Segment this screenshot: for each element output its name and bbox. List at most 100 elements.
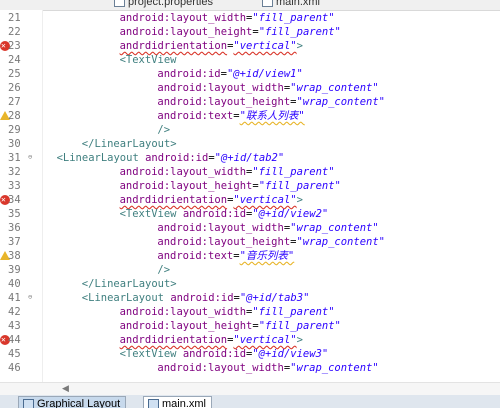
code-line[interactable]: android:layout_width="wrap_content"	[157, 361, 378, 375]
code-token: />	[157, 264, 171, 276]
line-number: 24	[0, 53, 42, 67]
tab-label: Graphical Layout	[37, 398, 121, 408]
code-line[interactable]: </LinearLayout>	[82, 137, 177, 151]
code-token: android:id	[182, 208, 247, 220]
line-number: 32	[0, 165, 42, 179]
tab-label: project.properties	[128, 0, 213, 8]
code-line[interactable]: android:layout_height="fill_parent"	[120, 319, 341, 333]
code-line[interactable]: android:layout_width="wrap_content"	[157, 81, 378, 95]
xml-file-icon	[262, 0, 273, 8]
fold-toggle-icon[interactable]: ⊖	[28, 294, 32, 301]
code-token: "fill_parent"	[258, 180, 341, 192]
code-token: android:layout_width	[157, 82, 284, 94]
code-line[interactable]: android:text="音乐列表"	[157, 249, 294, 263]
scroll-left-arrow-icon[interactable]: ◀	[62, 383, 69, 395]
line-number: 34	[0, 193, 42, 207]
code-line[interactable]: />	[157, 123, 170, 137]
code-token: <LinearLayout	[81, 292, 171, 304]
tab-project-properties[interactable]: project.properties	[110, 0, 217, 8]
code-token: android:id	[157, 68, 221, 80]
line-number: 26	[0, 81, 42, 95]
code-line[interactable]: </LinearLayout>	[82, 277, 177, 291]
line-number-text: 45	[8, 348, 21, 360]
code-token: "vertical"	[233, 40, 297, 52]
tab-main-xml[interactable]: main.xml	[143, 396, 213, 408]
line-number: 27	[0, 95, 42, 109]
code-line[interactable]: <LinearLayout android:id="@+id/tab2"	[57, 151, 285, 165]
code-token: "wrap_content"	[290, 82, 379, 94]
code-token: android:layout_width	[119, 12, 247, 24]
line-number-text: 36	[8, 222, 21, 234]
code-token: android:layout_height	[119, 26, 253, 38]
line-number-text: 43	[8, 320, 21, 332]
tab-main-xml-top[interactable]: main.xml	[258, 0, 324, 8]
code-token: "fill_parent"	[252, 12, 335, 24]
code-token: "@+id/view3"	[252, 348, 329, 360]
code-token: android:id	[182, 348, 247, 360]
code-line[interactable]: <TextView android:id="@+id/view2"	[120, 207, 329, 221]
editor-bottom-tabs: Graphical Layout main.xml	[0, 395, 500, 408]
tab-label: main.xml	[162, 398, 207, 408]
xml-file-icon	[148, 399, 159, 408]
code-line[interactable]: />	[157, 263, 170, 277]
code-line[interactable]: andrdidrientation="vertical">	[120, 39, 303, 53]
code-line[interactable]: android:layout_height="fill_parent"	[120, 25, 341, 39]
code-token: <TextView	[119, 54, 177, 66]
line-number: 39	[0, 263, 42, 277]
code-line[interactable]: android:id="@+id/view1"	[157, 67, 302, 81]
line-number: 37	[0, 235, 42, 249]
line-number: 21	[0, 11, 42, 25]
line-number-text: 41	[8, 292, 21, 304]
line-number-text: 35	[8, 208, 21, 220]
line-number: 36	[0, 221, 42, 235]
layout-icon	[23, 399, 34, 408]
code-line[interactable]: android:text="联系人列表"	[157, 109, 304, 123]
line-number: 38	[0, 249, 42, 263]
code-line[interactable]: android:layout_width="fill_parent"	[120, 11, 335, 25]
line-number: 40	[0, 277, 42, 291]
tab-graphical-layout[interactable]: Graphical Layout	[18, 396, 127, 408]
code-line[interactable]: android:layout_height="wrap_content"	[157, 95, 385, 109]
code-line[interactable]: android:layout_width="fill_parent"	[120, 165, 335, 179]
code-token: <TextView	[119, 348, 183, 360]
line-number-text: 29	[8, 124, 21, 136]
line-number-text: 25	[8, 68, 21, 80]
line-number-text: 39	[8, 264, 21, 276]
line-number: 22	[0, 25, 42, 39]
line-number: 28	[0, 109, 42, 123]
code-line[interactable]: <LinearLayout android:id="@+id/tab3"	[82, 291, 310, 305]
line-number: 29	[0, 123, 42, 137]
code-token: />	[157, 124, 171, 136]
code-token: android:id	[170, 292, 234, 304]
code-line[interactable]: andrdidrientation="vertical">	[120, 333, 303, 347]
code-token: "fill_parent"	[258, 320, 341, 332]
code-token: android:layout_height	[119, 180, 253, 192]
line-number-text: 33	[8, 180, 21, 192]
code-token: android:layout_width	[119, 166, 247, 178]
line-number-text: 42	[8, 306, 21, 318]
code-line[interactable]: andrdidrientation="vertical">	[120, 193, 303, 207]
code-token: "fill_parent"	[252, 166, 335, 178]
code-token: "@+id/view2"	[252, 208, 329, 220]
code-line[interactable]: android:layout_height="fill_parent"	[120, 179, 341, 193]
code-line[interactable]: android:layout_width="fill_parent"	[120, 305, 335, 319]
code-token: android:layout_height	[157, 236, 291, 248]
code-token: </LinearLayout>	[81, 138, 177, 150]
line-number: 35	[0, 207, 42, 221]
line-number: 31 ⊖	[0, 151, 42, 165]
line-number-text: 38	[8, 250, 21, 262]
code-line[interactable]: <TextView	[120, 53, 177, 67]
code-token: "wrap_content"	[290, 362, 379, 374]
code-editor[interactable]: android:layout_width="fill_parent" androi…	[42, 10, 500, 382]
code-token: >	[296, 194, 303, 206]
code-token: android:layout_width	[119, 306, 247, 318]
fold-toggle-icon[interactable]: ⊖	[28, 154, 32, 161]
code-token: "wrap_content"	[290, 222, 379, 234]
code-line[interactable]: <TextView android:id="@+id/view3"	[120, 347, 329, 361]
horizontal-scrollbar[interactable]: ◀	[0, 382, 500, 395]
code-line[interactable]: android:layout_height="wrap_content"	[157, 235, 385, 249]
line-number-text: 28	[8, 110, 21, 122]
line-number-text: 22	[8, 26, 21, 38]
code-line[interactable]: android:layout_width="wrap_content"	[157, 221, 378, 235]
line-number: 42	[0, 305, 42, 319]
